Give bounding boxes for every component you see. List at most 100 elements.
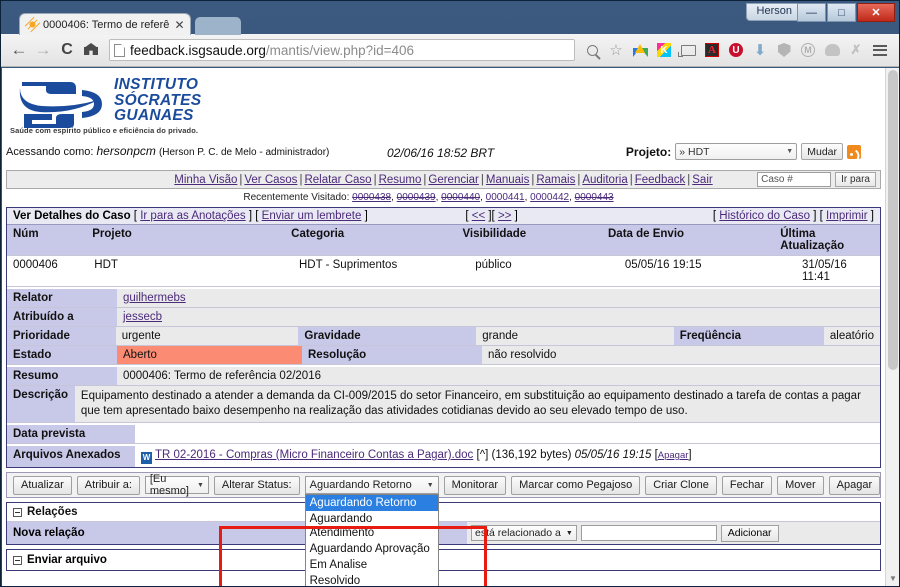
bookmark-star-icon[interactable]: ☆ bbox=[605, 39, 627, 61]
scroll-down-icon[interactable]: ▼ bbox=[886, 572, 899, 586]
attachment-delete-link[interactable]: Apagar bbox=[658, 450, 689, 461]
search-icon[interactable] bbox=[581, 39, 603, 61]
nav-item-resumo[interactable]: Resumo bbox=[379, 174, 422, 186]
nav-item-sair[interactable]: Sair bbox=[692, 174, 712, 186]
nav-item-relatar-caso[interactable]: Relatar Caso bbox=[304, 174, 371, 186]
status-option[interactable]: Aguardando Retorno bbox=[305, 495, 438, 511]
status-dropdown[interactable]: Aguardando Retorno ▼ bbox=[304, 476, 439, 494]
case-number-input[interactable]: Caso # bbox=[757, 172, 832, 187]
nav-item-minha-visao[interactable]: Minha Visão bbox=[174, 174, 237, 186]
new-tab-button[interactable] bbox=[195, 17, 241, 35]
status-option[interactable]: Em Analise bbox=[306, 557, 438, 573]
close-case-button[interactable]: Fechar bbox=[721, 475, 773, 495]
home-icon[interactable] bbox=[79, 40, 103, 60]
extension-icons: ☆ K A U ⬇ M ✗ bbox=[581, 39, 893, 61]
close-window-button[interactable]: ✕ bbox=[857, 3, 895, 22]
menu-icon[interactable] bbox=[869, 39, 891, 61]
collapse-icon[interactable] bbox=[13, 507, 22, 517]
recent-case-link[interactable]: 0000440 bbox=[441, 192, 480, 203]
move-case-button[interactable]: Mover bbox=[777, 475, 824, 495]
link-print[interactable]: Imprimir bbox=[826, 210, 868, 222]
relations-header[interactable]: Relações bbox=[7, 503, 880, 522]
add-relation-button[interactable]: Adicionar bbox=[720, 524, 779, 542]
value-relator[interactable]: guilhermebs bbox=[123, 292, 186, 304]
chevron-down-icon: ▼ bbox=[786, 148, 794, 155]
mega-icon[interactable]: M bbox=[797, 39, 819, 61]
maximize-button[interactable]: □ bbox=[827, 3, 856, 22]
change-status-button[interactable]: Alterar Status: bbox=[213, 475, 300, 495]
nav-item-feedback[interactable]: Feedback bbox=[635, 174, 686, 186]
cloud-icon[interactable] bbox=[821, 39, 843, 61]
link-go-to-notes[interactable]: Ir para as Anotações bbox=[140, 210, 245, 222]
status-options-list[interactable]: Aguardando Retorno Aguardando Atendimento… bbox=[304, 494, 439, 586]
label-estado: Estado bbox=[7, 346, 117, 364]
nav-item-manuais[interactable]: Manuais bbox=[486, 174, 529, 186]
profile-button[interactable]: Herson bbox=[745, 3, 803, 21]
shield-icon[interactable] bbox=[773, 39, 795, 61]
ublock-icon[interactable]: U bbox=[725, 39, 747, 61]
link-send-reminder[interactable]: Enviar um lembrete bbox=[262, 210, 362, 222]
url-path: /mantis/view.php?id=406 bbox=[265, 42, 415, 58]
status-option[interactable]: Resolvido bbox=[306, 573, 438, 586]
back-icon[interactable]: ← bbox=[7, 40, 31, 60]
upload-title: Enviar arquivo bbox=[27, 554, 107, 566]
download-icon[interactable]: ⬇ bbox=[749, 39, 771, 61]
nav-item-ver-casos[interactable]: Ver Casos bbox=[244, 174, 297, 186]
nav-item-gerenciar[interactable]: Gerenciar bbox=[428, 174, 479, 186]
close-icon[interactable]: ✕ bbox=[173, 18, 186, 32]
assign-to-dropdown[interactable]: [Eu mesmo] ▼ bbox=[144, 473, 209, 497]
browser-tab[interactable]: 0000406: Termo de referê ✕ bbox=[19, 13, 191, 35]
attachment-expand[interactable]: [^] bbox=[477, 449, 489, 461]
assign-to-value: [Eu mesmo] bbox=[149, 473, 189, 497]
monitor-button[interactable]: Monitorar bbox=[443, 475, 507, 495]
goto-case-button[interactable]: Ir para bbox=[835, 172, 876, 187]
recent-case-link[interactable]: 0000439 bbox=[397, 192, 436, 203]
nav-item-ramais[interactable]: Ramais bbox=[536, 174, 575, 186]
create-clone-button[interactable]: Criar Clone bbox=[645, 475, 717, 495]
cast-icon[interactable] bbox=[677, 39, 699, 61]
page-scrollbar[interactable]: ▲ ▼ bbox=[885, 68, 899, 586]
page-icon bbox=[114, 43, 125, 57]
label-frequencia: Freqüência bbox=[673, 327, 824, 345]
relation-target-input[interactable] bbox=[580, 525, 717, 541]
recent-case-link[interactable]: 0000443 bbox=[575, 192, 614, 203]
recent-case-link[interactable]: 0000442 bbox=[530, 192, 569, 203]
scrollbar-thumb[interactable] bbox=[888, 70, 898, 370]
prev-case-link[interactable]: << bbox=[472, 210, 485, 222]
link-case-history[interactable]: Histórico do Caso bbox=[719, 210, 810, 222]
user-detail: (Herson P. C. de Melo - administrador) bbox=[158, 147, 330, 158]
adobe-pdf-icon[interactable]: A bbox=[701, 39, 723, 61]
change-project-button[interactable]: Mudar bbox=[801, 143, 843, 160]
cell-categoria: HDT - Suprimentos bbox=[298, 259, 398, 271]
mark-sticky-button[interactable]: Marcar como Pegajoso bbox=[511, 475, 641, 495]
collapse-icon[interactable] bbox=[13, 555, 22, 565]
upload-section[interactable]: Enviar arquivo bbox=[6, 549, 881, 571]
title-bar: 0000406: Termo de referê ✕ Herson — □ ✕ bbox=[1, 1, 899, 35]
project-dropdown[interactable]: » HDT ▼ bbox=[675, 143, 798, 160]
next-case-link[interactable]: >> bbox=[498, 210, 511, 222]
relation-type-dropdown[interactable]: está relacionado a ▼ bbox=[471, 525, 577, 541]
update-button[interactable]: Atualizar bbox=[13, 475, 72, 495]
value-atribuido-a[interactable]: jessecb bbox=[123, 311, 162, 323]
address-bar[interactable]: feedback.isgsaude.org /mantis/view.php?i… bbox=[109, 39, 575, 61]
attachment-link[interactable]: TR 02-2016 - Compras (Micro Financeiro C… bbox=[155, 449, 473, 461]
kami-icon[interactable]: K bbox=[653, 39, 675, 61]
minimize-button[interactable]: — bbox=[797, 3, 826, 22]
recent-case-link[interactable]: 0000438 bbox=[352, 192, 391, 203]
access-label: Acessando como: bbox=[6, 146, 94, 158]
nav-item-auditoria[interactable]: Auditoria bbox=[582, 174, 627, 186]
relations-section: Relações Nova relação está relacionado a… bbox=[6, 502, 881, 545]
recent-label: Recentemente Visitado: bbox=[243, 192, 350, 203]
assign-to-button[interactable]: Atribuir a: bbox=[76, 475, 140, 495]
recent-case-link[interactable]: 0000441 bbox=[486, 192, 525, 203]
relation-type-value: está relacionado a bbox=[475, 527, 561, 539]
reload-icon[interactable]: C bbox=[55, 41, 79, 59]
status-option[interactable]: Aguardando Atendimento bbox=[306, 511, 438, 541]
forward-icon[interactable]: → bbox=[31, 40, 55, 60]
logo-line-2: SÓCRATES bbox=[114, 91, 202, 109]
status-option[interactable]: Aguardando Aprovação bbox=[306, 541, 438, 557]
delete-case-button[interactable]: Apagar bbox=[828, 475, 881, 495]
x-icon[interactable]: ✗ bbox=[845, 39, 867, 61]
rss-icon[interactable] bbox=[847, 144, 861, 159]
google-drive-icon[interactable] bbox=[629, 39, 651, 61]
